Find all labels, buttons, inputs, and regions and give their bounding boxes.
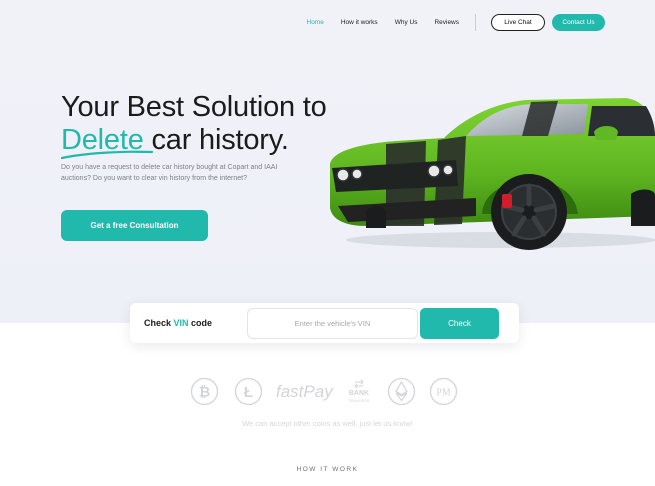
green-muscle-car-image	[330, 98, 655, 250]
bank-sublabel: TRANSFER	[348, 398, 370, 403]
nav-why-us[interactable]: Why Us	[395, 19, 418, 26]
litecoin-icon: Ł	[234, 377, 263, 406]
how-it-work-heading: HOW IT WORK	[296, 466, 359, 473]
nav-reviews[interactable]: Reviews	[434, 19, 459, 26]
vin-label: Check VIN code	[144, 318, 212, 328]
pm-text: PM	[436, 388, 451, 399]
svg-text:₿: ₿	[199, 384, 210, 400]
nav-how-it-works[interactable]: How it works	[341, 19, 378, 26]
vin-check-button[interactable]: Check	[420, 308, 499, 339]
other-coins-note: We can accept other coins as well, just …	[242, 419, 413, 428]
live-chat-button[interactable]: Live Chat	[491, 14, 545, 31]
headline-underline-stroke	[61, 150, 153, 160]
hero-headline: Your Best Solution to Delete car history…	[61, 91, 327, 157]
nav-home[interactable]: Home	[307, 19, 324, 26]
nav-divider	[475, 14, 476, 31]
vin-label-accent: VIN	[173, 318, 189, 328]
free-consultation-button[interactable]: Get a free Consultation	[61, 210, 208, 241]
vin-label-suffix: code	[188, 318, 213, 328]
top-navigation: Home How it works Why Us Reviews Live Ch…	[307, 14, 605, 31]
hero-subtext: Do you have a request to delete car hist…	[61, 164, 278, 182]
vin-check-bar: Check VIN code Check	[130, 303, 519, 343]
vin-input[interactable]	[247, 308, 418, 339]
payment-methods-row: ₿ Ł fastPay ⇄ BANK TRANSFER PM	[0, 377, 655, 407]
bank-label: BANK	[348, 390, 370, 397]
ethereum-icon	[387, 377, 416, 406]
svg-text:Ł: Ł	[244, 384, 253, 401]
bank-transfer-icon: ⇄ BANK TRANSFER	[345, 378, 373, 403]
contact-us-button[interactable]: Contact Us	[552, 14, 605, 31]
fastpay-logo: fastPay	[276, 382, 333, 401]
bitcoin-icon: ₿	[190, 377, 219, 406]
perfect-money-icon: PM	[429, 377, 458, 406]
vin-label-prefix: Check	[144, 318, 174, 328]
headline-line-2-rest: car history.	[143, 124, 289, 156]
headline-line-1: Your Best Solution to	[61, 91, 327, 123]
